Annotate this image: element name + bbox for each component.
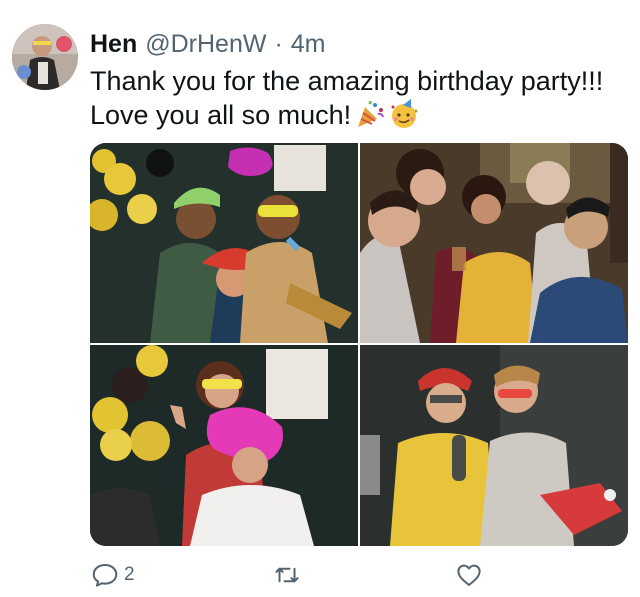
retweet-button[interactable]	[272, 560, 302, 590]
separator-dot: ·	[274, 29, 283, 58]
photo-grid	[90, 143, 628, 546]
retweet-icon	[272, 560, 302, 590]
partying-face-emoji	[389, 99, 419, 129]
action-bar: 2	[90, 560, 590, 592]
party-popper-emoji	[355, 99, 385, 129]
timestamp[interactable]: 4m	[291, 30, 326, 59]
tweet-header: Hen @DrHenW · 4m	[90, 27, 326, 61]
tweet-text: Thank you for the amazing birthday party…	[90, 64, 630, 132]
author-name[interactable]: Hen	[90, 30, 137, 59]
like-button[interactable]	[454, 560, 484, 590]
reply-icon	[90, 560, 120, 590]
author-handle[interactable]: @DrHenW	[145, 30, 266, 59]
photo-1[interactable]	[90, 143, 358, 343]
avatar[interactable]	[12, 24, 78, 90]
photo-2[interactable]	[360, 143, 628, 343]
reply-button[interactable]: 2	[90, 560, 135, 590]
photo-4[interactable]	[360, 345, 628, 546]
tweet[interactable]: Hen @DrHenW · 4m Thank you for the amazi…	[0, 0, 640, 597]
tweet-body: Thank you for the amazing birthday party…	[90, 66, 604, 130]
reply-count: 2	[124, 564, 135, 585]
photo-3[interactable]	[90, 345, 358, 546]
heart-outline-icon	[454, 560, 484, 590]
